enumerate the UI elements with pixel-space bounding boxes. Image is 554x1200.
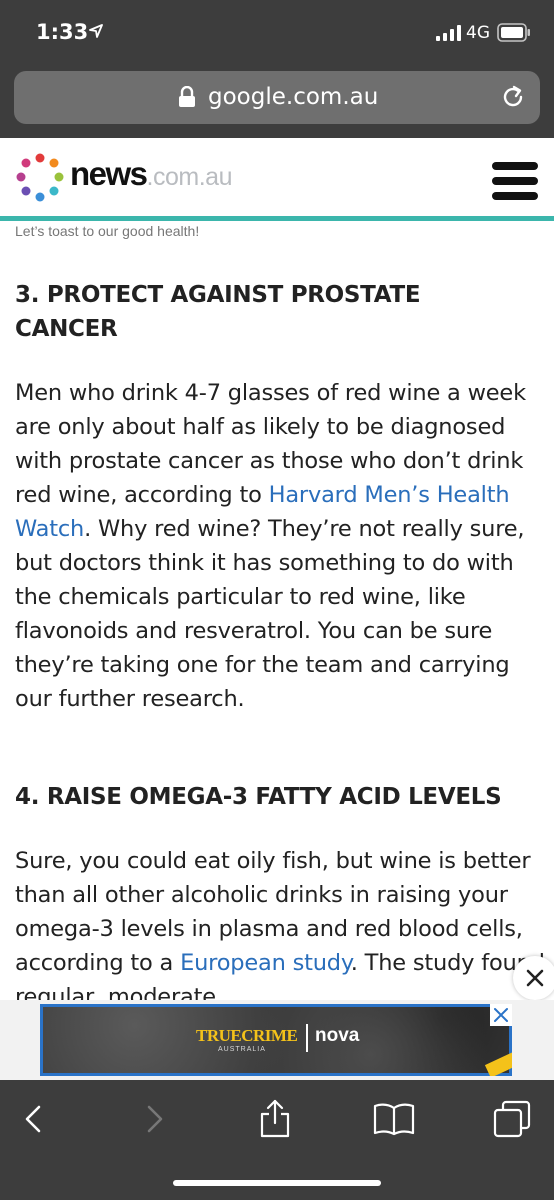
- section-heading-prostate: 3. PROTECT AGAINST PROSTATE CANCER: [15, 278, 541, 346]
- tabs-icon[interactable]: [492, 1100, 532, 1138]
- ad-close-button[interactable]: [513, 956, 554, 1000]
- ad-partner-logo: nova: [315, 1025, 360, 1046]
- share-icon[interactable]: [258, 1098, 292, 1138]
- ad-choices-close-button[interactable]: [490, 1004, 512, 1026]
- back-arrow-icon[interactable]: [22, 1104, 44, 1134]
- paragraph-prostate: Men who drink 4-7 glasses of red wine a …: [15, 376, 545, 716]
- forward-arrow-icon[interactable]: [144, 1104, 166, 1134]
- paragraph-omega3: Sure, you could eat oily fish, but wine …: [15, 844, 545, 1000]
- european-study-link[interactable]: European study: [180, 950, 351, 976]
- bookmarks-icon[interactable]: [373, 1102, 415, 1136]
- ad-banner[interactable]: TRUECRIME AUSTRALIA nova: [40, 1004, 512, 1076]
- home-indicator: [173, 1180, 381, 1186]
- heading-line: CANCER: [15, 316, 118, 342]
- ad-brand-sub: AUSTRALIA: [218, 1046, 266, 1053]
- content-viewport: Let’s toast to our good health! 3. PROTE…: [0, 0, 554, 1000]
- close-icon: [526, 969, 544, 987]
- image-caption: Let’s toast to our good health!: [15, 223, 200, 239]
- close-icon: [494, 1008, 508, 1022]
- section-heading-omega3: 4. RAISE OMEGA-3 FATTY ACID LEVELS: [15, 784, 502, 810]
- paragraph-text: . Why red wine? They’re not really sure,…: [15, 516, 525, 712]
- heading-line: 3. PROTECT AGAINST PROSTATE: [15, 282, 421, 308]
- ad-brand-logo: TRUECRIME: [196, 1026, 298, 1045]
